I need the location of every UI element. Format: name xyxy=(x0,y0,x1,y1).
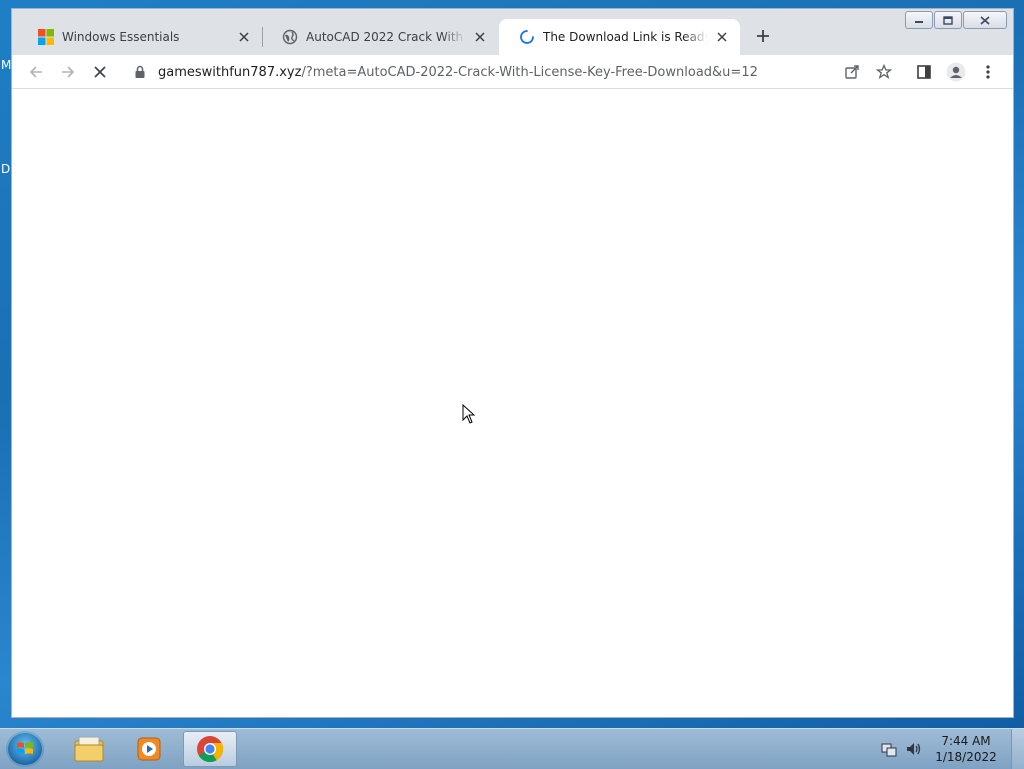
star-icon xyxy=(876,64,892,80)
show-desktop-button[interactable] xyxy=(1011,729,1024,769)
lock-icon[interactable] xyxy=(132,64,148,80)
loading-spinner-icon xyxy=(519,29,535,45)
arrow-left-icon xyxy=(29,66,42,78)
url-text: gameswithfun787.xyz/?meta=AutoCAD-2022-C… xyxy=(158,65,758,80)
share-button[interactable] xyxy=(840,60,864,84)
windows-logo-icon xyxy=(38,29,54,45)
avatar-icon xyxy=(946,62,966,82)
system-tray: 7:44 AM 1/18/2022 xyxy=(877,729,1024,769)
menu-button[interactable] xyxy=(976,60,1000,84)
minimize-button[interactable] xyxy=(905,11,933,29)
tab-title: The Download Link is Ready xyxy=(543,30,708,44)
clock-time: 7:44 AM xyxy=(941,734,991,748)
taskbar-app-explorer[interactable] xyxy=(62,731,116,767)
stop-loading-button[interactable] xyxy=(88,60,112,84)
desktop-icon-label-fragment: D xyxy=(1,162,11,176)
profile-button[interactable] xyxy=(944,60,968,84)
tab-windows-essentials[interactable]: Windows Essentials xyxy=(18,19,262,55)
close-window-button[interactable] xyxy=(963,11,1007,29)
close-tab-icon[interactable] xyxy=(472,29,488,45)
close-icon xyxy=(980,15,990,25)
browser-window: Windows Essentials AutoCAD 2022 Crack Wi… xyxy=(12,9,1013,717)
restore-button[interactable] xyxy=(934,11,962,29)
desktop-icon-label-fragment: M xyxy=(1,58,12,72)
browser-toolbar: gameswithfun787.xyz/?meta=AutoCAD-2022-C… xyxy=(12,55,1013,89)
volume-icon[interactable] xyxy=(904,740,922,758)
explorer-icon xyxy=(74,736,104,762)
back-button[interactable] xyxy=(24,60,48,84)
start-button[interactable] xyxy=(6,731,44,767)
side-panel-icon xyxy=(917,65,931,79)
taskbar-app-chrome[interactable] xyxy=(183,731,237,767)
minimize-icon xyxy=(915,21,923,23)
mouse-cursor-icon xyxy=(462,404,476,424)
window-controls xyxy=(905,11,1007,29)
side-panel-button[interactable] xyxy=(912,60,936,84)
plus-icon xyxy=(757,30,769,42)
tab-download-link-ready[interactable]: The Download Link is Ready xyxy=(499,19,740,55)
share-icon xyxy=(845,65,859,79)
page-content[interactable] xyxy=(12,89,1013,717)
clock-date: 1/18/2022 xyxy=(935,750,997,764)
forward-button[interactable] xyxy=(56,60,80,84)
taskbar-app-media-player[interactable] xyxy=(122,731,176,767)
close-tab-icon[interactable] xyxy=(236,29,252,45)
windows-flag-icon xyxy=(17,742,33,754)
taskbar-clock[interactable]: 7:44 AM 1/18/2022 xyxy=(925,733,1007,765)
close-tab-icon[interactable] xyxy=(714,29,730,45)
stop-icon xyxy=(94,66,106,78)
globe-icon xyxy=(282,29,298,45)
url-host: gameswithfun787.xyz xyxy=(158,64,302,80)
tab-autocad-crack[interactable]: AutoCAD 2022 Crack With License xyxy=(262,19,498,55)
arrow-right-icon xyxy=(62,66,75,78)
restore-icon xyxy=(943,15,953,25)
tab-strip: Windows Essentials AutoCAD 2022 Crack Wi… xyxy=(12,9,1013,55)
new-tab-button[interactable] xyxy=(752,25,774,47)
more-vertical-icon xyxy=(986,65,990,79)
address-bar[interactable]: gameswithfun787.xyz/?meta=AutoCAD-2022-C… xyxy=(124,58,880,86)
tab-title: Windows Essentials xyxy=(62,30,180,44)
media-player-icon xyxy=(137,737,161,761)
chrome-icon xyxy=(197,736,224,763)
tab-title: AutoCAD 2022 Crack With License xyxy=(306,30,466,44)
bookmark-button[interactable] xyxy=(872,60,896,84)
url-path: /?meta=AutoCAD-2022-Crack-With-License-K… xyxy=(301,64,758,80)
taskbar: 7:44 AM 1/18/2022 xyxy=(0,728,1024,769)
network-icon[interactable] xyxy=(880,740,898,758)
